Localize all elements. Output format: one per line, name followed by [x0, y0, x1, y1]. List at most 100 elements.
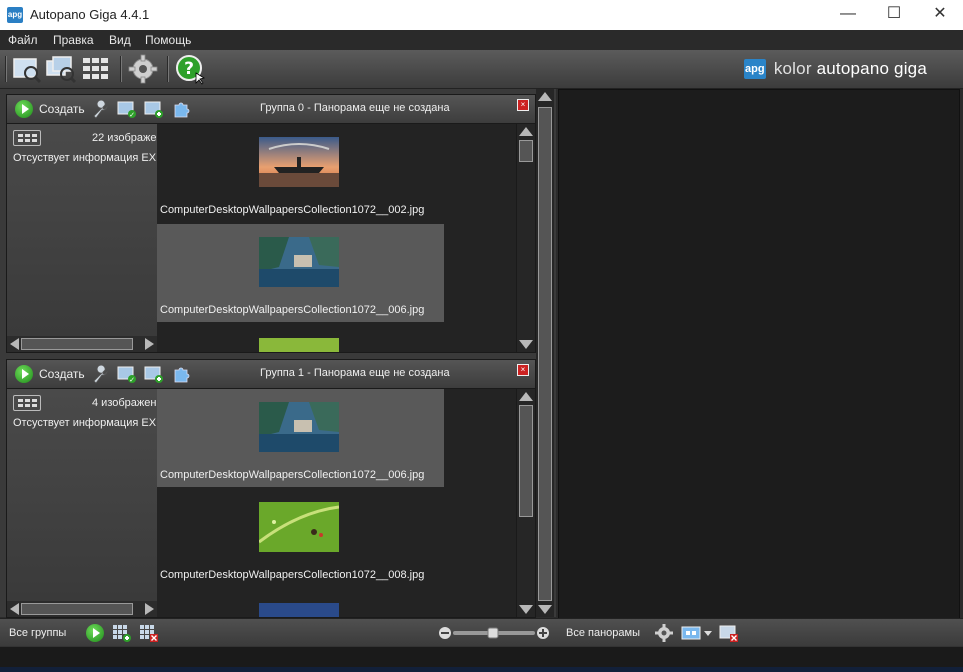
thumbnail-filename: ComputerDesktopWallpapersCollection1072_… — [160, 569, 425, 581]
thumbnail-list: ComputerDesktopWallpapersCollection1072_… — [157, 124, 515, 352]
menu-help[interactable]: Помощь — [145, 33, 191, 47]
create-button[interactable]: Создать — [39, 367, 85, 381]
scroll-thumb[interactable] — [519, 405, 533, 517]
help-icon[interactable]: ? — [174, 53, 206, 85]
maximize-button[interactable]: ☐ — [871, 0, 917, 30]
close-button[interactable]: ✕ — [917, 0, 963, 30]
scroll-up-icon[interactable] — [538, 92, 552, 101]
create-button[interactable]: Создать — [39, 102, 85, 116]
add-group-icon[interactable] — [112, 623, 132, 643]
scroll-left-icon[interactable] — [10, 603, 19, 615]
scroll-up-icon[interactable] — [519, 392, 533, 401]
group-info-pane: 22 изображе Отсуствует информация EX — [7, 124, 157, 336]
add-images-icon[interactable] — [45, 53, 77, 85]
group-title: Группа 0 - Панорама еще не создана — [260, 102, 450, 114]
thumbnail-item[interactable]: ComputerDesktopWallpapersCollection1072_… — [157, 389, 444, 487]
window-title: Autopano Giga 4.4.1 — [30, 7, 150, 22]
info-hscroll[interactable] — [7, 601, 157, 617]
thumbnail-item[interactable]: ComputerDesktopWallpapersCollection1072_… — [157, 224, 444, 322]
image-count: 22 изображе — [92, 132, 157, 144]
grid-view-icon[interactable] — [13, 395, 41, 411]
scroll-down-icon[interactable] — [538, 605, 552, 614]
group-1: Создать ✓ Группа 1 - Панорама еще не соз… — [6, 359, 536, 618]
info-hscroll[interactable] — [7, 336, 157, 352]
wrench-icon[interactable] — [91, 364, 111, 384]
menu-view[interactable]: Вид — [109, 33, 131, 47]
play-icon[interactable] — [15, 365, 33, 383]
remove-panorama-icon[interactable] — [719, 623, 739, 643]
minimize-button[interactable]: — — [825, 0, 871, 30]
scroll-thumb[interactable] — [21, 338, 133, 350]
image-edit-icon[interactable]: ✓ — [117, 99, 137, 119]
puzzle-icon[interactable] — [172, 99, 192, 119]
image-count: 4 изображен — [92, 397, 157, 409]
thumbnail-item[interactable]: ComputerDesktopWallpapersCollection1072_… — [157, 124, 444, 222]
bottom-bar: Все группы Все панорамы — [0, 618, 963, 647]
exif-info: Отсуствует информация EX — [13, 152, 157, 164]
thumbnail-image[interactable] — [259, 502, 339, 552]
groups-vscroll[interactable] — [536, 89, 554, 617]
puzzle-icon[interactable] — [172, 364, 192, 384]
zoom-slider[interactable] — [438, 625, 550, 641]
thumbnail-image[interactable] — [259, 338, 339, 352]
play-icon[interactable] — [15, 100, 33, 118]
group-info-pane: 4 изображен Отсуствует информация EX — [7, 389, 157, 601]
menu-edit[interactable]: Правка — [53, 33, 94, 47]
status-strip — [0, 667, 963, 672]
thumbnail-filename: ComputerDesktopWallpapersCollection1072_… — [160, 204, 425, 216]
toolbar-separator — [120, 56, 122, 82]
thumb-vscroll[interactable] — [516, 124, 535, 352]
svg-text:✓: ✓ — [129, 111, 135, 119]
status-bar — [0, 646, 963, 672]
settings-gear-icon[interactable] — [127, 53, 159, 85]
thumbnail-image[interactable] — [259, 603, 339, 617]
brand-logo: apg kolor autopano giga — [743, 58, 927, 80]
remove-group-icon[interactable] — [139, 623, 159, 643]
all-groups-label: Все группы — [9, 627, 67, 639]
play-all-icon[interactable] — [86, 624, 104, 642]
image-add-icon[interactable] — [144, 99, 164, 119]
panorama-settings-gear-icon[interactable] — [654, 623, 674, 643]
detect-icon[interactable] — [11, 53, 43, 85]
thumb-vscroll[interactable] — [516, 389, 535, 617]
grid-icon[interactable] — [80, 53, 112, 85]
group-close-icon[interactable]: × — [517, 364, 529, 376]
menu-file[interactable]: Файл — [8, 33, 38, 47]
scroll-right-icon[interactable] — [145, 338, 154, 350]
toolbar-separator — [5, 56, 7, 82]
scroll-down-icon[interactable] — [519, 340, 533, 349]
svg-text:✓: ✓ — [129, 376, 135, 384]
grid-view-icon[interactable] — [13, 130, 41, 146]
scroll-thumb[interactable] — [21, 603, 133, 615]
thumbnail-item[interactable]: ComputerDesktopWallpapersCollection1072_… — [157, 489, 444, 587]
scroll-thumb[interactable] — [519, 140, 533, 162]
thumbnail-filename: ComputerDesktopWallpapersCollection1072_… — [160, 304, 425, 316]
scroll-left-icon[interactable] — [10, 338, 19, 350]
group-close-icon[interactable]: × — [517, 99, 529, 111]
svg-text:?: ? — [184, 59, 194, 79]
group-header: Создать ✓ Группа 0 - Панорама еще не соз… — [7, 95, 535, 124]
groups-panel: Создать ✓ Группа 0 - Панорама еще не соз… — [0, 89, 556, 618]
brand-product: autopano giga — [816, 59, 927, 78]
brand-badge: apg — [743, 59, 766, 79]
thumbnail-image[interactable] — [259, 137, 339, 187]
brand-kolor: kolor — [773, 59, 812, 78]
panoramas-panel — [558, 89, 960, 619]
render-export-icon[interactable] — [681, 623, 715, 643]
group-header: Создать ✓ Группа 1 - Панорама еще не соз… — [7, 360, 535, 389]
exif-info: Отсуствует информация EX — [13, 417, 157, 429]
scroll-right-icon[interactable] — [145, 603, 154, 615]
image-edit-icon[interactable]: ✓ — [117, 364, 137, 384]
brand-text: kolor autopano giga — [774, 59, 927, 79]
scroll-thumb[interactable] — [538, 107, 552, 601]
main-toolbar: ? apg kolor autopano giga — [0, 50, 963, 89]
thumbnail-image[interactable] — [259, 402, 339, 452]
wrench-icon[interactable] — [91, 99, 111, 119]
group-title: Группа 1 - Панорама еще не создана — [260, 367, 450, 379]
scroll-up-icon[interactable] — [519, 127, 533, 136]
group-0: Создать ✓ Группа 0 - Панорама еще не соз… — [6, 94, 536, 353]
image-add-icon[interactable] — [144, 364, 164, 384]
scroll-down-icon[interactable] — [519, 605, 533, 614]
thumbnail-list: ComputerDesktopWallpapersCollection1072_… — [157, 389, 515, 617]
thumbnail-image[interactable] — [259, 237, 339, 287]
